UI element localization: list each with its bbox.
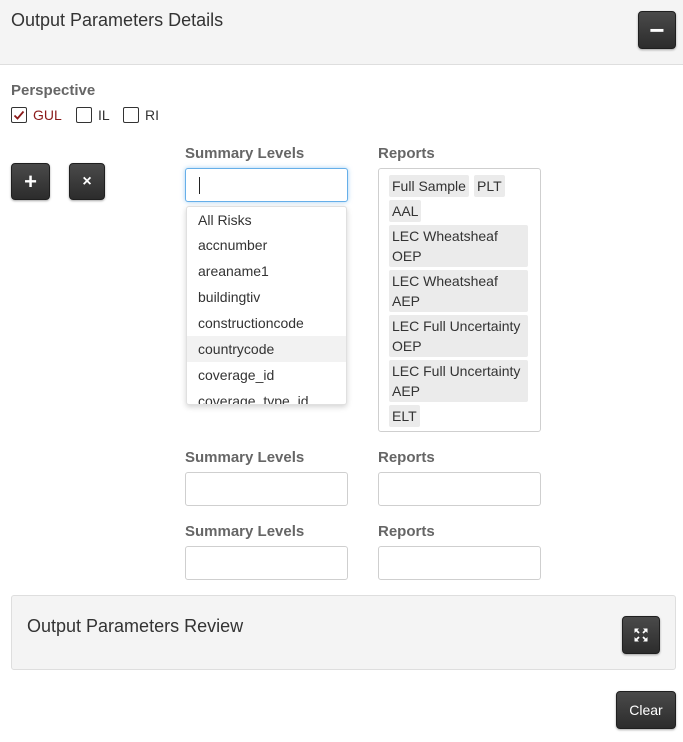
- il-label: IL: [98, 107, 110, 123]
- ri-checkbox[interactable]: [123, 107, 139, 123]
- dropdown-option[interactable]: accnumber: [187, 232, 346, 258]
- report-tag[interactable]: ELT: [389, 405, 420, 427]
- reports-select-3[interactable]: [378, 546, 541, 580]
- gul-label: GUL: [33, 107, 62, 123]
- dropdown-option[interactable]: coverage_id: [187, 362, 346, 388]
- reports-select-1[interactable]: Full Sample PLT AAL LEC Wheatsheaf OEP L…: [378, 168, 541, 432]
- times-icon: ×: [82, 172, 92, 190]
- summary-levels-dropdown: All Risks accnumber areaname1 buildingti…: [186, 206, 347, 405]
- report-tag[interactable]: AAL: [389, 200, 422, 222]
- minus-icon: −: [649, 15, 665, 45]
- reports-select-2[interactable]: [378, 472, 541, 506]
- reports-label-3: Reports: [378, 523, 435, 540]
- summary-levels-input-3[interactable]: [185, 546, 348, 580]
- gul-checkbox[interactable]: [11, 107, 27, 123]
- perspective-ri[interactable]: RI: [123, 105, 159, 125]
- dropdown-option[interactable]: areaname1: [187, 258, 346, 284]
- summary-levels-input-1[interactable]: [185, 168, 348, 202]
- check-icon: [13, 110, 25, 120]
- report-tag[interactable]: LEC Full Uncertainty AEP: [389, 360, 528, 402]
- dropdown-option[interactable]: constructioncode: [187, 310, 346, 336]
- il-checkbox[interactable]: [76, 107, 92, 123]
- dropdown-option[interactable]: buildingtiv: [187, 284, 346, 310]
- report-tag[interactable]: LEC Wheatsheaf AEP: [389, 270, 528, 312]
- review-panel-title: Output Parameters Review: [27, 616, 244, 636]
- summary-levels-input-2[interactable]: [185, 472, 348, 506]
- ri-label: RI: [145, 107, 159, 123]
- summary-levels-label-2: Summary Levels: [185, 449, 305, 466]
- dropdown-option[interactable]: coverage_type_id: [187, 388, 346, 404]
- reports-label-1: Reports: [378, 145, 435, 162]
- plus-icon: +: [24, 168, 37, 194]
- add-row-button[interactable]: +: [11, 163, 50, 200]
- report-tag[interactable]: PLT: [474, 175, 505, 197]
- expand-button[interactable]: [622, 616, 660, 654]
- collapse-button[interactable]: −: [638, 11, 676, 49]
- dropdown-option[interactable]: All Risks: [187, 207, 346, 233]
- summary-levels-label-1: Summary Levels: [185, 145, 305, 162]
- report-tag[interactable]: LEC Full Uncertainty OEP: [389, 315, 528, 357]
- report-tag[interactable]: Full Sample: [389, 175, 469, 197]
- report-tag[interactable]: LEC Wheatsheaf OEP: [389, 225, 528, 267]
- text-caret: [199, 177, 200, 194]
- perspective-il[interactable]: IL: [76, 105, 110, 125]
- summary-levels-label-3: Summary Levels: [185, 523, 305, 540]
- expand-arrows-icon: [634, 628, 648, 642]
- details-panel-title: Output Parameters Details: [11, 10, 224, 30]
- remove-row-button[interactable]: ×: [69, 163, 105, 200]
- perspective-gul[interactable]: GUL: [11, 105, 62, 125]
- reports-label-2: Reports: [378, 449, 435, 466]
- dropdown-option-highlighted[interactable]: countrycode: [187, 336, 346, 362]
- perspective-label: Perspective: [11, 82, 96, 99]
- clear-button[interactable]: Clear: [616, 691, 676, 729]
